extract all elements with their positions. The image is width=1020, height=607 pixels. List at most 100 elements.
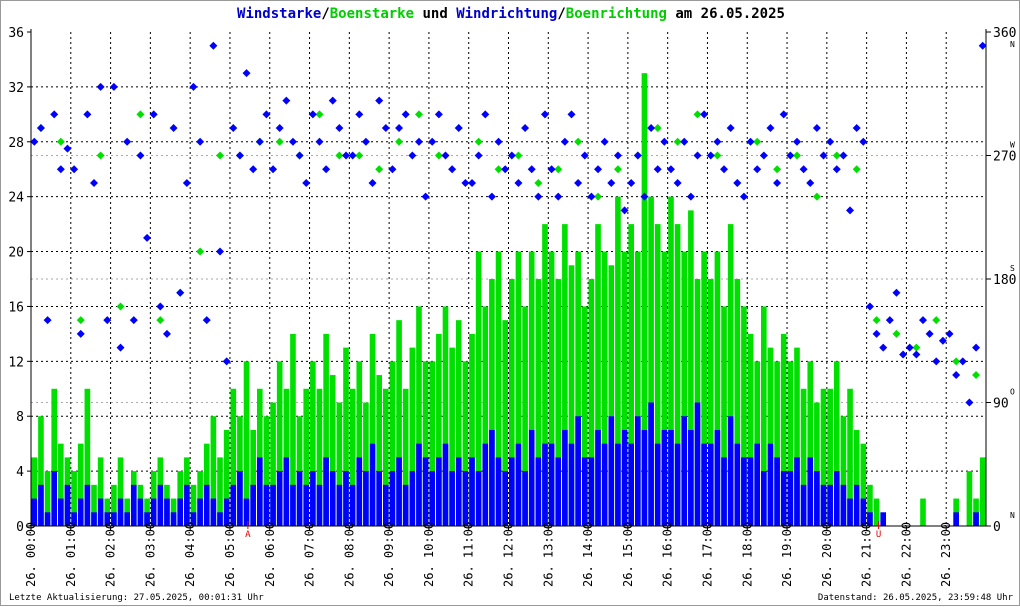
wind-chart: 048121620242832360N90O180S270W360N26. 00… <box>8 26 1016 587</box>
wind-direction-point <box>50 110 59 119</box>
wind-speed-bar <box>648 402 654 526</box>
wind-speed-bar <box>509 457 515 526</box>
x-tick-label: 26. 09:00 <box>382 522 396 587</box>
wind-direction-point <box>806 178 815 187</box>
wind-direction-point <box>43 316 52 325</box>
wind-speed-bar <box>807 457 814 526</box>
x-tick-label: 26. 05:00 <box>223 522 237 587</box>
wind-direction-point <box>408 151 417 160</box>
wind-direction-point <box>368 178 377 187</box>
wind-speed-bar <box>323 457 329 526</box>
wind-direction-point <box>229 124 238 133</box>
wind-direction-point <box>826 137 835 146</box>
y-tick-label: 0 <box>16 520 24 535</box>
wind-direction-point <box>779 110 788 119</box>
x-tick-label: 26. 19:00 <box>780 522 794 587</box>
wind-speed-bar <box>741 457 747 526</box>
wind-speed-bar <box>455 457 462 526</box>
wind-speed-bar <box>449 471 455 526</box>
gust-direction-point <box>275 137 284 146</box>
wind-speed-bar <box>303 484 310 526</box>
sun-marker-label: U <box>876 530 881 540</box>
x-tick-label: 26. 10:00 <box>422 522 436 587</box>
y-tick-label: 36 <box>8 26 24 41</box>
wind-speed-bar <box>170 512 177 526</box>
wind-direction-point <box>952 371 961 380</box>
y-tick-label: 4 <box>16 465 24 480</box>
wind-speed-bar <box>210 498 217 526</box>
wind-direction-point <box>355 110 364 119</box>
wind-speed-bar <box>263 484 270 526</box>
x-tick-label: 26. 17:00 <box>700 522 714 587</box>
wind-direction-point <box>892 288 901 297</box>
wind-speed-bar <box>701 443 707 526</box>
wind-direction-point <box>773 178 782 187</box>
wind-speed-bar <box>707 443 714 526</box>
wind-direction-point <box>90 178 99 187</box>
x-tick-label: 26. 02:00 <box>104 522 118 587</box>
x-tick-label: 26. 00:00 <box>24 522 38 587</box>
wind-direction-point <box>76 329 85 338</box>
wind-direction-point <box>149 110 158 119</box>
wind-speed-bar <box>575 416 581 526</box>
wind-speed-bar <box>243 498 250 526</box>
wind-speed-bar <box>84 484 91 526</box>
wind-speed-bar <box>409 471 416 526</box>
wind-speed-bar <box>668 429 674 526</box>
wind-speed-bar <box>396 457 402 526</box>
wind-direction-point <box>653 165 662 174</box>
x-tick-label: 26. 22:00 <box>899 522 913 587</box>
wind-direction-point <box>421 192 430 201</box>
wind-speed-bar <box>77 498 84 526</box>
wind-direction-point <box>63 144 72 153</box>
compass-label: O <box>1010 388 1015 397</box>
wind-direction-point <box>554 192 563 201</box>
x-tick-label: 26. 14:00 <box>581 522 595 587</box>
wind-speed-bar <box>688 429 694 526</box>
wind-direction-point <box>666 165 675 174</box>
gust-direction-point <box>812 192 821 201</box>
wind-speed-bar <box>164 498 170 526</box>
wind-speed-bar <box>64 484 71 526</box>
gust-direction-point <box>375 165 384 174</box>
wind-speed-bar <box>422 457 429 526</box>
wind-speed-bar <box>462 471 469 526</box>
wind-speed-bar <box>555 457 562 526</box>
chart-frame: Windstarke/Boenstarke und Windrichtung/B… <box>0 0 1020 606</box>
wind-speed-bar <box>628 443 635 526</box>
wind-speed-bar <box>721 457 727 526</box>
wind-speed-bar <box>880 512 887 526</box>
wind-speed-bar <box>469 457 475 526</box>
wind-direction-point <box>222 357 231 366</box>
wind-direction-point <box>879 343 888 352</box>
wind-speed-bar <box>237 471 243 526</box>
wind-direction-point <box>335 124 344 133</box>
wind-direction-point <box>846 206 855 215</box>
wind-direction-point <box>580 151 589 160</box>
wind-direction-point <box>673 178 682 187</box>
wind-speed-bar <box>197 498 203 526</box>
wind-direction-point <box>282 96 291 105</box>
wind-direction-point <box>726 124 735 133</box>
gust-direction-point <box>972 371 981 380</box>
wind-direction-point <box>262 110 271 119</box>
wind-direction-point <box>454 124 463 133</box>
wind-direction-point <box>560 137 569 146</box>
wind-speed-bar <box>429 471 436 526</box>
wind-speed-bar <box>608 416 615 526</box>
wind-speed-bar <box>256 457 263 526</box>
wind-direction-point <box>633 151 642 160</box>
wind-direction-point <box>96 82 105 91</box>
gust-direction-point <box>196 247 205 256</box>
wind-speed-bar <box>250 484 256 526</box>
wind-speed-bar <box>203 484 210 526</box>
wind-speed-bar <box>847 498 853 526</box>
wind-speed-bar <box>44 512 51 526</box>
data-state: Datenstand: 26.05.2025, 23:59:48 Uhr <box>817 593 1013 603</box>
wind-direction-point <box>693 151 702 160</box>
wind-speed-bar <box>31 498 38 526</box>
x-tick-label: 26. 08:00 <box>342 522 356 587</box>
wind-direction-point <box>70 165 79 174</box>
wind-direction-point <box>143 233 152 242</box>
wind-speed-bar <box>827 484 833 526</box>
